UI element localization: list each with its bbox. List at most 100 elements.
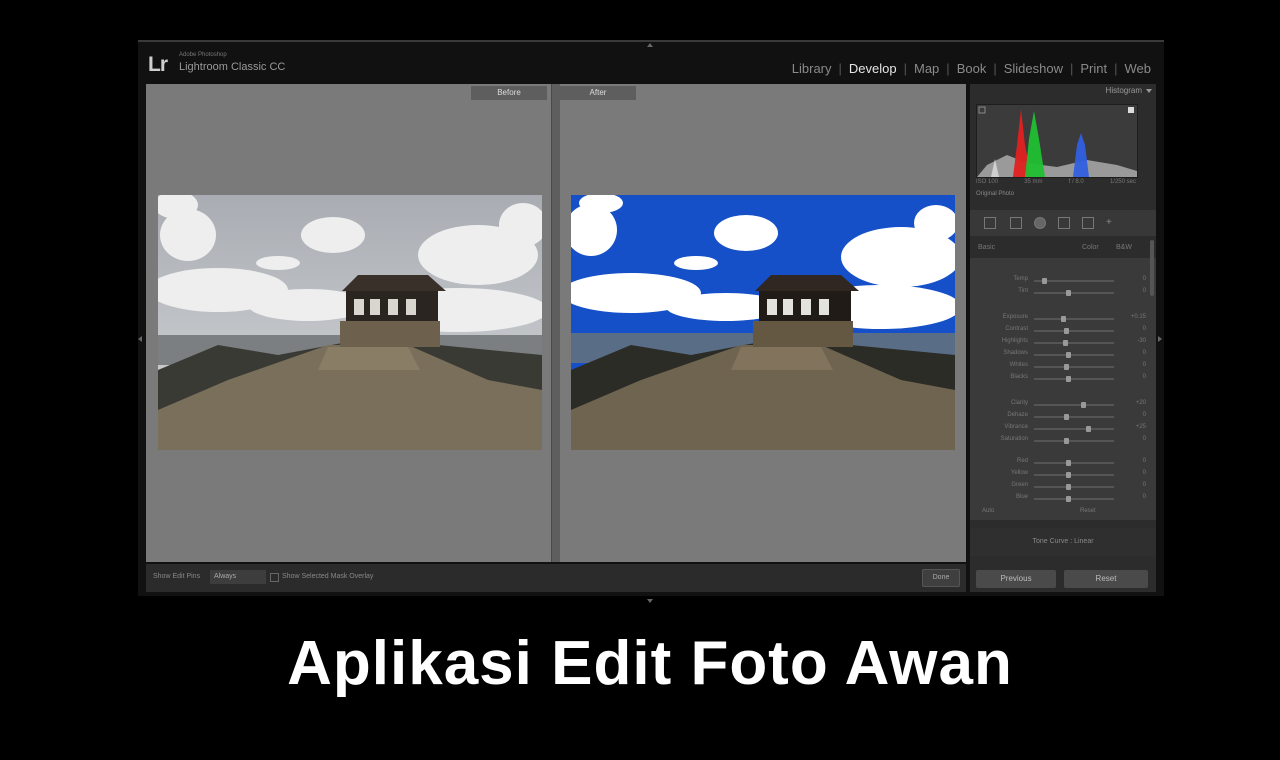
slider-knob[interactable]: [1066, 460, 1071, 466]
slider-knob[interactable]: [1066, 376, 1071, 382]
edit-pins-label: Show Edit Pins: [153, 573, 201, 580]
panel-scrollbar[interactable]: [1150, 240, 1154, 296]
slider-knob[interactable]: [1066, 472, 1071, 478]
slider-label: Tint: [1018, 288, 1028, 294]
slider-track[interactable]: [1034, 496, 1114, 502]
slider-track[interactable]: [1034, 460, 1114, 466]
slider-knob[interactable]: [1064, 364, 1069, 370]
before-after-view: Before After: [146, 84, 966, 562]
module-slideshow[interactable]: Slideshow: [997, 61, 1070, 76]
module-book[interactable]: Book: [950, 61, 994, 76]
slider-value: 0: [1142, 288, 1146, 294]
slider-knob[interactable]: [1063, 340, 1068, 346]
slider-blue[interactable]: Blue 0: [976, 494, 1146, 504]
slider-whites[interactable]: Whites 0: [976, 362, 1146, 372]
histogram-header[interactable]: Histogram: [970, 84, 1156, 98]
basic-reset-link[interactable]: Reset: [1080, 508, 1096, 514]
slider-track[interactable]: [1034, 316, 1114, 322]
slider-track[interactable]: [1034, 414, 1114, 420]
slider-green[interactable]: Green 0: [976, 482, 1146, 492]
slider-tint[interactable]: Tint 0: [976, 288, 1146, 298]
previous-button[interactable]: Previous: [976, 570, 1056, 588]
slider-track[interactable]: [1034, 426, 1114, 432]
before-photo[interactable]: [158, 195, 542, 450]
slider-contrast[interactable]: Contrast 0: [976, 326, 1146, 336]
slider-knob[interactable]: [1064, 328, 1069, 334]
slider-exposure[interactable]: Exposure +0.15: [976, 314, 1146, 324]
grid-icon[interactable]: [984, 217, 996, 229]
top-panel-toggle-icon[interactable]: [647, 43, 653, 47]
slider-track[interactable]: [1034, 438, 1114, 444]
develop-right-panel: Histogram ISO 100 35 mm f / 8.0 1/250 se…: [970, 84, 1156, 592]
slider-knob[interactable]: [1081, 402, 1086, 408]
slider-track[interactable]: [1034, 290, 1114, 296]
after-photo[interactable]: [571, 195, 955, 450]
slider-vibrance[interactable]: Vibrance +25: [976, 424, 1146, 434]
slider-knob[interactable]: [1066, 290, 1071, 296]
exif-focal: 35 mm: [1024, 179, 1043, 185]
slider-label: Dehaze: [1007, 412, 1028, 418]
slider-track[interactable]: [1034, 402, 1114, 408]
slider-shadows[interactable]: Shadows 0: [976, 350, 1146, 360]
slider-blacks[interactable]: Blacks 0: [976, 374, 1146, 384]
slider-label: Whites: [1009, 362, 1028, 368]
before-label: Before: [471, 86, 547, 100]
treatment-bw[interactable]: B&W: [1116, 244, 1132, 251]
done-button[interactable]: Done: [922, 569, 960, 587]
slider-label: Saturation: [1000, 436, 1028, 442]
module-develop[interactable]: Develop: [842, 61, 904, 76]
slider-knob[interactable]: [1066, 484, 1071, 490]
slider-clarity[interactable]: Clarity +20: [976, 400, 1146, 410]
crop-icon[interactable]: [1010, 217, 1022, 229]
module-map[interactable]: Map: [907, 61, 946, 76]
basic-treatment-label[interactable]: Basic: [978, 244, 995, 251]
module-web[interactable]: Web: [1118, 61, 1159, 76]
slider-value: +20: [1135, 400, 1146, 406]
tone-curve-header[interactable]: Tone Curve : Linear: [970, 528, 1156, 556]
module-print[interactable]: Print: [1073, 61, 1114, 76]
slider-track[interactable]: [1034, 376, 1114, 382]
slider-track[interactable]: [1034, 484, 1114, 490]
auto-tone-button[interactable]: Auto: [982, 508, 994, 514]
slider-knob[interactable]: [1064, 438, 1069, 444]
bottom-toolbar: Show Edit Pins Always Show Selected Mask…: [146, 564, 966, 592]
slider-dehaze[interactable]: Dehaze 0: [976, 412, 1146, 422]
slider-track[interactable]: [1034, 328, 1114, 334]
exif-info: ISO 100 35 mm f / 8.0 1/250 sec: [976, 179, 1136, 185]
graduated-filter-icon[interactable]: [1082, 217, 1094, 229]
slider-track[interactable]: [1034, 340, 1114, 346]
slider-knob[interactable]: [1086, 426, 1091, 432]
slider-saturation[interactable]: Saturation 0: [976, 436, 1146, 446]
slider-track[interactable]: [1034, 352, 1114, 358]
edit-pins-select[interactable]: Always: [210, 570, 266, 584]
collapse-triangle-icon[interactable]: [1146, 89, 1152, 93]
slider-label: Temp: [1013, 276, 1028, 282]
slider-track[interactable]: [1034, 364, 1114, 370]
slider-track[interactable]: [1034, 278, 1114, 284]
right-panel-toggle-icon[interactable]: [1158, 336, 1162, 342]
reset-button[interactable]: Reset: [1064, 570, 1148, 588]
slider-yellow[interactable]: Yellow 0: [976, 470, 1146, 480]
red-eye-icon[interactable]: [1058, 217, 1070, 229]
spot-removal-icon[interactable]: [1034, 217, 1046, 229]
slider-red[interactable]: Red 0: [976, 458, 1146, 468]
slider-value: 0: [1142, 350, 1146, 356]
slider-knob[interactable]: [1042, 278, 1047, 284]
slider-knob[interactable]: [1066, 496, 1071, 502]
slider-knob[interactable]: [1066, 352, 1071, 358]
module-library[interactable]: Library: [785, 61, 839, 76]
slider-label: Red: [1016, 458, 1028, 464]
slider-temp[interactable]: Temp 0: [976, 276, 1146, 286]
slider-knob[interactable]: [1064, 414, 1069, 420]
slider-track[interactable]: [1034, 472, 1114, 478]
slider-knob[interactable]: [1061, 316, 1066, 322]
mask-overlay-checkbox[interactable]: [270, 573, 279, 582]
left-panel-toggle-icon[interactable]: [138, 336, 142, 342]
bottom-panel-toggle-icon[interactable]: [647, 599, 653, 603]
treatment-color[interactable]: Color: [1082, 244, 1099, 251]
brush-icon[interactable]: +: [1106, 217, 1118, 229]
caption-title: Aplikasi Edit Foto Awan: [287, 629, 1013, 698]
slider-label: Blacks: [1010, 374, 1028, 380]
slider-value: +0.15: [1130, 314, 1146, 320]
slider-highlights[interactable]: Highlights -30: [976, 338, 1146, 348]
